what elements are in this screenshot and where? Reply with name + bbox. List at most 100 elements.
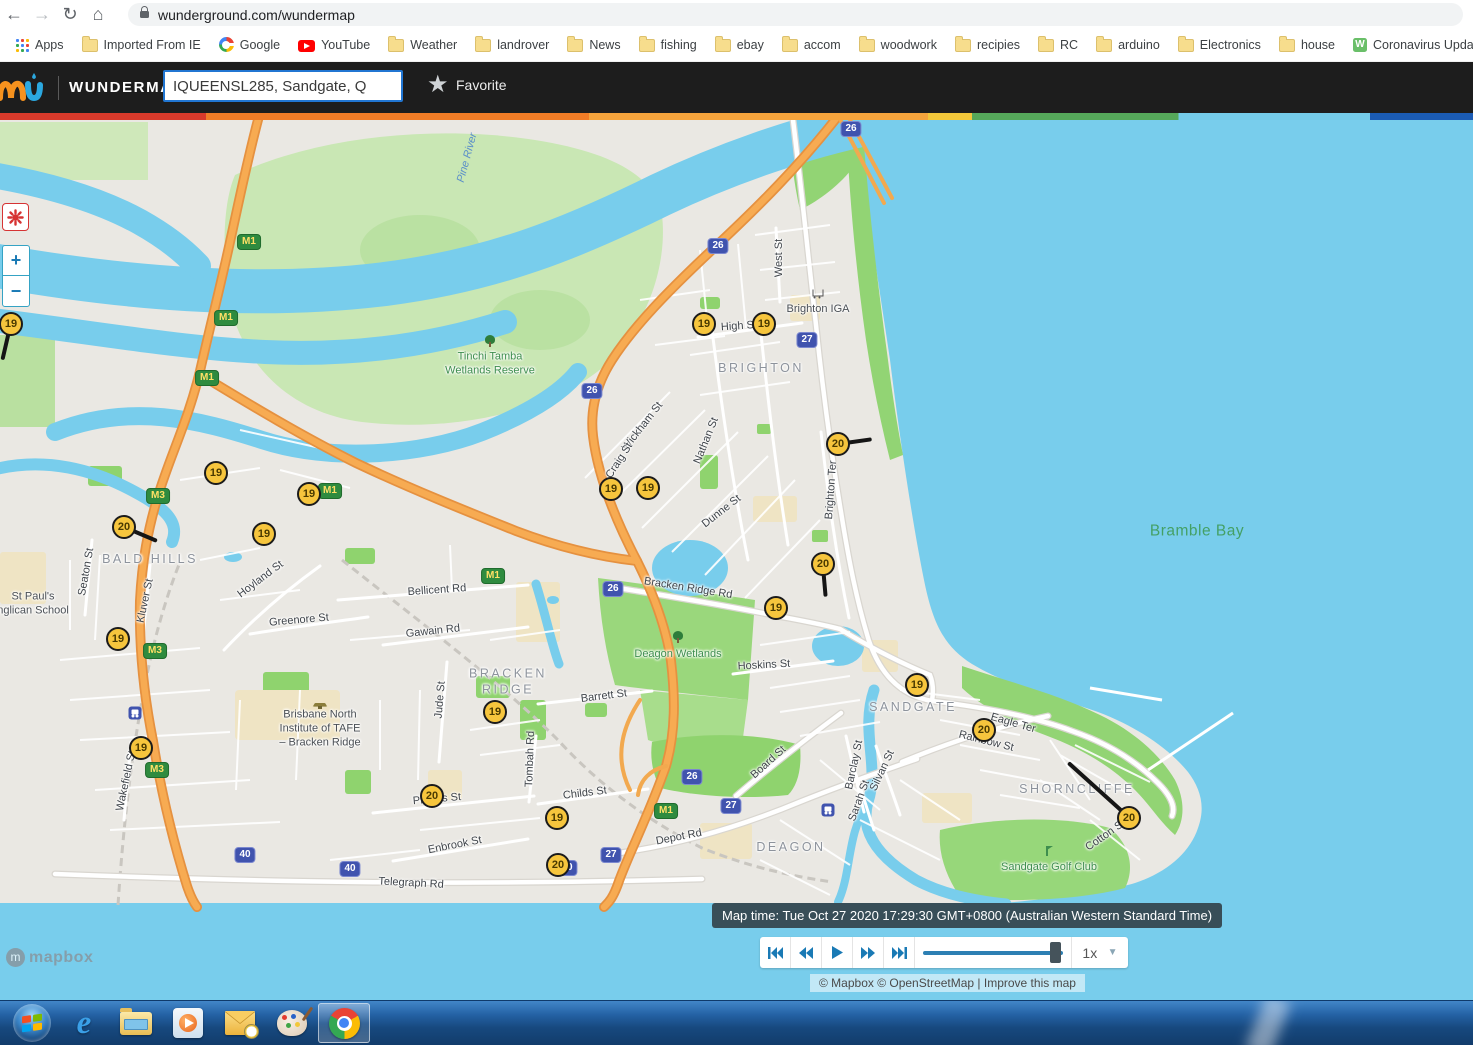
wunderground-logo[interactable]: WUNDERMAP (0, 72, 184, 104)
folder-icon (1038, 39, 1054, 52)
bookmark-arduino[interactable]: arduino (1096, 37, 1160, 52)
lock-icon (140, 11, 149, 18)
gear-icon (7, 209, 24, 226)
chrome-button[interactable] (318, 1003, 370, 1043)
station-marker[interactable]: 19 (752, 312, 776, 336)
station-marker[interactable]: 19 (0, 312, 23, 336)
station-marker[interactable]: 20 (112, 515, 136, 539)
rewind-button[interactable] (791, 937, 822, 968)
station-marker[interactable]: 19 (905, 673, 929, 697)
station-marker[interactable]: 20 (972, 718, 996, 742)
station-marker[interactable]: 19 (545, 806, 569, 830)
outlook-button[interactable] (214, 1003, 266, 1043)
speed-dropdown[interactable]: 1x ▼ (1071, 937, 1128, 968)
bookmark-woodwork[interactable]: woodwork (859, 37, 937, 52)
station-marker[interactable]: 19 (636, 476, 660, 500)
wu-logo-icon (0, 72, 48, 104)
time-slider[interactable] (915, 937, 1071, 968)
folder-icon (388, 39, 404, 52)
bookmark-accom[interactable]: accom (782, 37, 841, 52)
bookmark-label: Imported From IE (104, 38, 201, 52)
station-marker[interactable]: 19 (297, 482, 321, 506)
time-playback-bar: 1x ▼ (760, 937, 1128, 968)
paint-icon (277, 1010, 307, 1036)
station-marker[interactable]: 19 (204, 461, 228, 485)
wiki-icon (1353, 38, 1367, 52)
station-marker[interactable]: 20 (826, 432, 850, 456)
fast-forward-button[interactable] (853, 937, 884, 968)
bookmark-coronavirus-updat-[interactable]: Coronavirus Updat... (1353, 38, 1473, 52)
bookmark-label: landrover (497, 38, 549, 52)
map-settings-button[interactable] (2, 203, 29, 231)
bookmark-ebay[interactable]: ebay (715, 37, 764, 52)
browser-toolbar: ← → ↻ ⌂ wunderground.com/wundermap (0, 0, 1473, 28)
station-marker[interactable]: 19 (599, 477, 623, 501)
file-explorer-button[interactable] (110, 1003, 162, 1043)
station-marker[interactable]: 20 (420, 784, 444, 808)
chrome-icon (329, 1008, 360, 1039)
bookmark-label: arduino (1118, 38, 1160, 52)
bookmark-google[interactable]: Google (219, 37, 280, 52)
media-player-button[interactable] (162, 1003, 214, 1043)
bookmark-landrover[interactable]: landrover (475, 37, 549, 52)
bookmark-label: RC (1060, 38, 1078, 52)
windows-start-icon (13, 1004, 51, 1042)
folder-icon (120, 1012, 152, 1035)
folder-icon (955, 39, 971, 52)
desktop: ← → ↻ ⌂ wunderground.com/wundermap Apps … (0, 0, 1473, 1045)
mapbox-icon: m (6, 948, 25, 967)
mapbox-logo[interactable]: m mapbox (6, 948, 93, 967)
url-text: wunderground.com/wundermap (158, 7, 355, 23)
apps-shortcut[interactable]: Apps (15, 38, 64, 52)
zoom-in-button[interactable]: + (3, 246, 29, 276)
folder-icon (859, 39, 875, 52)
bookmark-electronics[interactable]: Electronics (1178, 37, 1261, 52)
internet-explorer-button[interactable]: e (58, 1003, 110, 1043)
bookmark-rc[interactable]: RC (1038, 37, 1078, 52)
bookmark-label: Weather (410, 38, 457, 52)
bookmark-weather[interactable]: Weather (388, 37, 457, 52)
station-marker[interactable]: 19 (129, 736, 153, 760)
play-button[interactable] (822, 937, 853, 968)
station-marker[interactable]: 19 (483, 700, 507, 724)
folder-icon (639, 39, 655, 52)
map-canvas[interactable]: m mapbox (0, 120, 1473, 1000)
bookmark-label: Coronavirus Updat... (1373, 38, 1473, 52)
reload-icon[interactable]: ↻ (56, 0, 84, 28)
station-marker[interactable]: 19 (764, 596, 788, 620)
forward-icon[interactable]: → (28, 0, 56, 28)
home-icon[interactable]: ⌂ (84, 0, 112, 28)
time-slider-handle[interactable] (1050, 942, 1061, 963)
bookmark-label: Google (240, 38, 280, 52)
location-search-input[interactable] (163, 70, 403, 102)
media-player-icon (173, 1008, 203, 1038)
map-attribution[interactable]: © Mapbox © OpenStreetMap | Improve this … (810, 974, 1085, 992)
bookmark-label: fishing (661, 38, 697, 52)
bookmark-imported-from-ie[interactable]: Imported From IE (82, 37, 201, 52)
station-marker[interactable]: 20 (811, 552, 835, 576)
zoom-out-button[interactable]: − (3, 276, 29, 306)
paint-button[interactable] (266, 1003, 318, 1043)
logo-divider (58, 76, 59, 100)
station-marker[interactable]: 20 (1117, 806, 1141, 830)
time-slider-track[interactable] (923, 951, 1063, 955)
bookmark-recipies[interactable]: recipies (955, 37, 1020, 52)
bookmark-youtube[interactable]: YouTube (298, 38, 370, 52)
station-marker[interactable]: 19 (692, 312, 716, 336)
bookmark-fishing[interactable]: fishing (639, 37, 697, 52)
chevron-down-icon: ▼ (1108, 947, 1118, 958)
station-marker[interactable]: 19 (252, 522, 276, 546)
favorite-label[interactable]: Favorite (456, 77, 507, 93)
folder-icon (82, 39, 98, 52)
station-marker[interactable]: 20 (546, 853, 570, 877)
zoom-control: + − (2, 245, 30, 307)
back-icon[interactable]: ← (0, 0, 28, 28)
address-bar[interactable]: wunderground.com/wundermap (128, 3, 1463, 26)
favorite-star-icon[interactable]: ★ (427, 70, 449, 99)
start-button[interactable] (6, 1003, 58, 1043)
skip-start-button[interactable] (760, 937, 791, 968)
bookmark-house[interactable]: house (1279, 37, 1335, 52)
skip-end-button[interactable] (884, 937, 915, 968)
bookmark-news[interactable]: News (567, 37, 620, 52)
station-marker[interactable]: 19 (106, 627, 130, 651)
